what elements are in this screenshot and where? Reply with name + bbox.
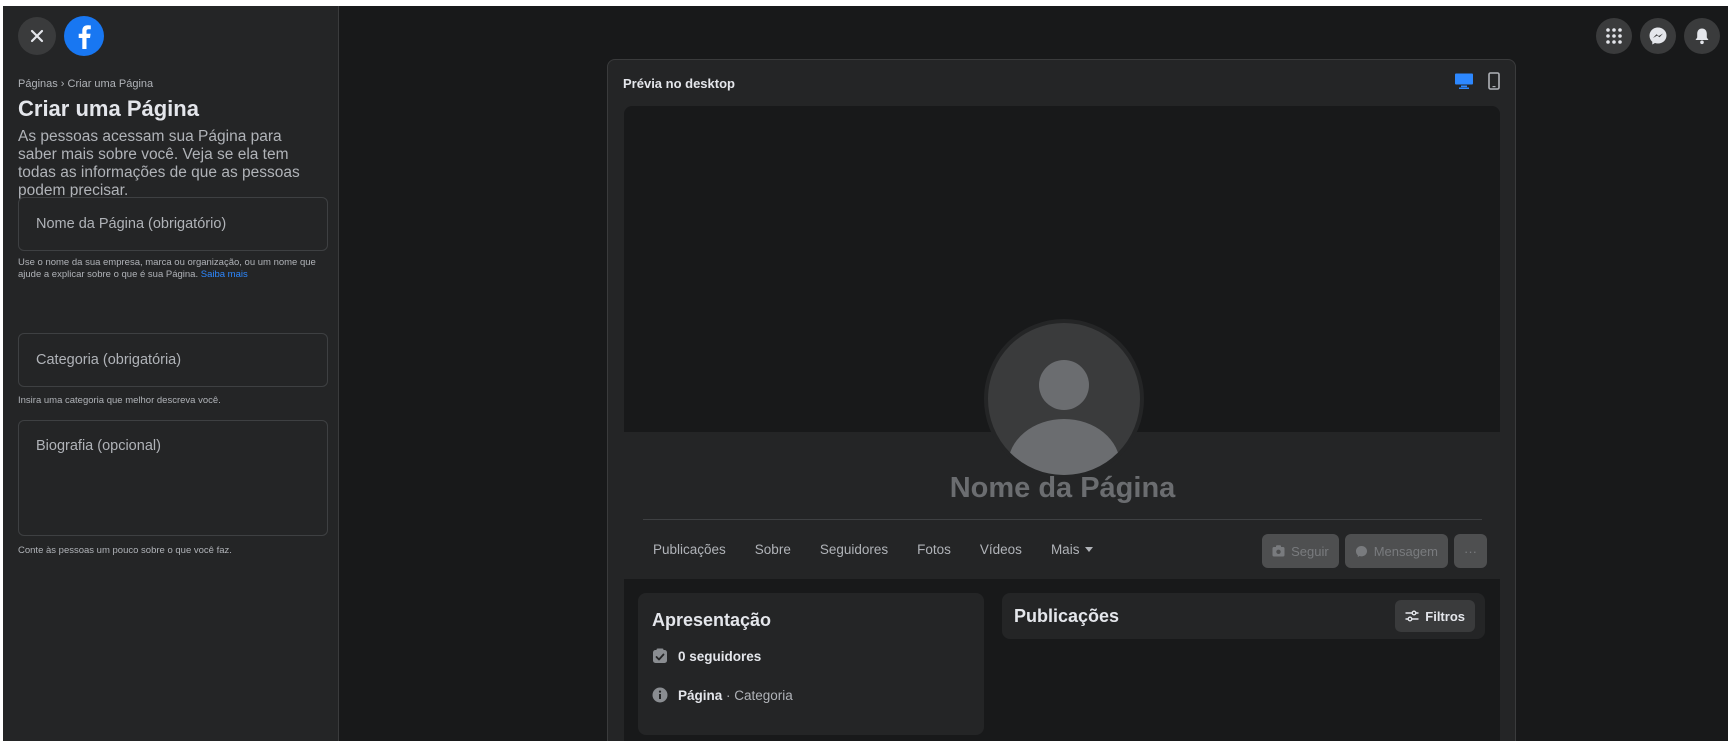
caret-down-icon xyxy=(1085,546,1094,552)
message-button[interactable]: Mensagem xyxy=(1344,534,1448,568)
page-title: Criar uma Página xyxy=(18,96,199,121)
followers-count: 0 seguidores xyxy=(678,648,762,664)
posts-title: Publicações xyxy=(1014,606,1120,626)
filter-sliders-icon xyxy=(1405,610,1419,622)
page-description: As pessoas acessam sua Página para saber… xyxy=(18,128,300,199)
app-frame: Páginas › Criar uma Página Criar uma Pág… xyxy=(3,6,1728,741)
preview-content-area: Apresentação 0 seguidores Página · Categ… xyxy=(624,579,1500,741)
tab-videos[interactable]: Vídeos xyxy=(980,542,1022,557)
bell-icon xyxy=(1695,28,1709,45)
category-label: · Categoria xyxy=(722,687,793,703)
posts-card: Publicações Filtros xyxy=(1002,593,1485,639)
breadcrumb: Páginas › Criar uma Página xyxy=(18,78,154,90)
category-field[interactable] xyxy=(18,333,328,387)
bio-helper: Conte às pessoas um pouco sobre o que vo… xyxy=(18,545,232,556)
followers-row: 0 seguidores xyxy=(652,648,761,664)
messenger-icon xyxy=(1649,27,1667,45)
page-name-helper: Use o nome da sua empresa, marca ou orga… xyxy=(18,257,328,281)
facebook-f-glyph xyxy=(78,25,91,49)
facebook-logo-icon[interactable] xyxy=(64,16,104,56)
messenger-icon xyxy=(1355,545,1367,557)
more-options-icon: ··· xyxy=(1464,543,1477,559)
device-toggle xyxy=(1454,72,1500,90)
tab-publicacoes[interactable]: Publicações xyxy=(653,542,726,557)
notifications-button[interactable] xyxy=(1684,18,1720,54)
close-button[interactable] xyxy=(18,17,56,55)
tab-sobre[interactable]: Sobre xyxy=(755,542,791,557)
tab-fotos[interactable]: Fotos xyxy=(917,542,951,557)
menu-button[interactable] xyxy=(1596,18,1632,54)
follow-button[interactable]: Seguir xyxy=(1262,534,1339,568)
page-name-input[interactable] xyxy=(19,198,327,250)
followers-icon xyxy=(653,648,667,663)
page-name-helper-text: Use o nome da sua empresa, marca ou orga… xyxy=(18,257,316,280)
header-right-icons xyxy=(1596,18,1720,54)
message-label: Mensagem xyxy=(1373,543,1438,559)
desktop-icon[interactable] xyxy=(1454,72,1474,90)
mobile-icon[interactable] xyxy=(1488,72,1500,90)
page-name-field[interactable] xyxy=(18,197,328,251)
page-type-label: Página xyxy=(678,687,723,703)
category-helper: Insira uma categoria que melhor descreva… xyxy=(18,395,221,406)
tab-mais[interactable]: Mais xyxy=(1051,542,1094,557)
category-input[interactable] xyxy=(19,334,327,386)
close-icon xyxy=(30,29,44,43)
bio-textarea[interactable] xyxy=(19,421,327,535)
grid-menu-icon xyxy=(1606,28,1622,44)
messenger-button[interactable] xyxy=(1640,18,1676,54)
intro-title: Apresentação xyxy=(652,610,772,630)
preview-actions: Seguir Mensagem ··· xyxy=(1262,534,1487,568)
bio-field[interactable] xyxy=(18,420,328,536)
sidebar-top-icons xyxy=(18,16,104,56)
preview-divider xyxy=(643,519,1482,520)
preview-header: Prévia no desktop xyxy=(623,76,735,91)
tab-mais-label: Mais xyxy=(1050,542,1080,557)
follow-label: Seguir xyxy=(1291,543,1329,559)
category-row: Página · Categoria xyxy=(652,687,793,703)
filters-label: Filtros xyxy=(1425,608,1465,624)
learn-more-link[interactable]: Saiba mais xyxy=(201,269,248,280)
preview-page-name: Nome da Página xyxy=(949,472,1176,504)
info-icon xyxy=(652,687,668,703)
avatar-icon xyxy=(1008,360,1120,475)
filters-button[interactable]: Filtros xyxy=(1395,600,1475,632)
follow-icon xyxy=(1272,545,1285,557)
profile-picture-placeholder xyxy=(984,319,1144,479)
desktop-preview-panel: Prévia no desktop Nome da Página Publica… xyxy=(607,59,1516,741)
intro-card: Apresentação 0 seguidores Página · Categ… xyxy=(638,593,984,735)
create-page-sidebar: Páginas › Criar uma Página Criar uma Pág… xyxy=(3,6,339,741)
preview-tabs: Publicações Sobre Seguidores Fotos Vídeo… xyxy=(653,542,1094,557)
more-options-button[interactable]: ··· xyxy=(1454,534,1487,568)
tab-seguidores[interactable]: Seguidores xyxy=(820,542,888,557)
